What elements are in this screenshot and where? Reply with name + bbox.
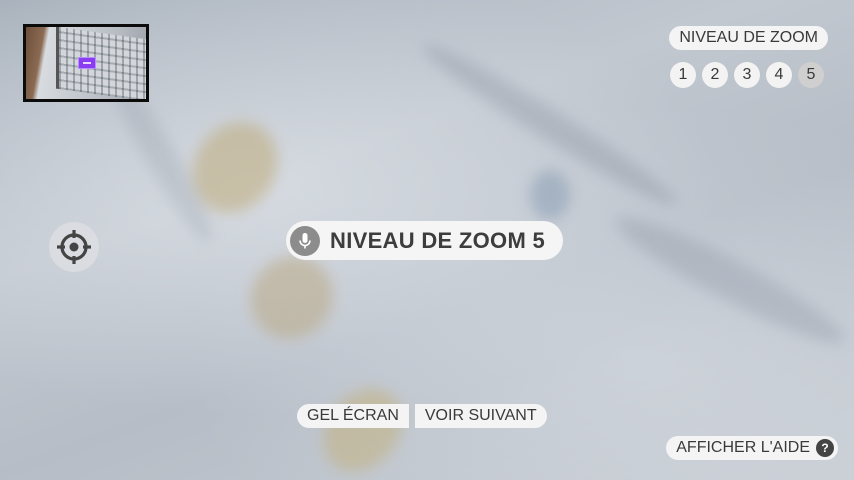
zoom-level-1-button[interactable]: 1 <box>670 62 696 88</box>
background-streak <box>530 170 570 220</box>
microphone-icon <box>290 225 320 256</box>
bottom-controls: GEL ÉCRAN VOIR SUIVANT <box>297 404 547 428</box>
show-help-label: AFFICHER L'AIDE <box>676 439 810 456</box>
show-help-button[interactable]: AFFICHER L'AIDE ? <box>666 436 838 460</box>
zoom-status-badge: NIVEAU DE ZOOM 5 <box>286 221 564 260</box>
zoom-status-text: NIVEAU DE ZOOM 5 <box>330 227 546 253</box>
question-icon: ? <box>816 439 834 457</box>
minimap-thumbnail[interactable] <box>23 24 149 102</box>
zoom-level-5-button[interactable]: 5 <box>798 62 824 88</box>
zoom-level-title: NIVEAU DE ZOOM <box>669 26 828 50</box>
zoom-level-2-button[interactable]: 2 <box>702 62 728 88</box>
crosshair-button[interactable] <box>49 222 99 272</box>
zoom-level-3-button[interactable]: 3 <box>734 62 760 88</box>
freeze-screen-button[interactable]: GEL ÉCRAN <box>297 404 409 428</box>
minimap-screen <box>56 27 146 99</box>
viewport-marker-icon <box>78 57 96 69</box>
background-streak <box>605 201 854 359</box>
next-view-button[interactable]: VOIR SUIVANT <box>414 404 547 428</box>
zoom-level-selector: 1 2 3 4 5 <box>670 62 824 88</box>
zoom-level-4-button[interactable]: 4 <box>766 62 792 88</box>
crosshair-icon <box>57 230 91 264</box>
